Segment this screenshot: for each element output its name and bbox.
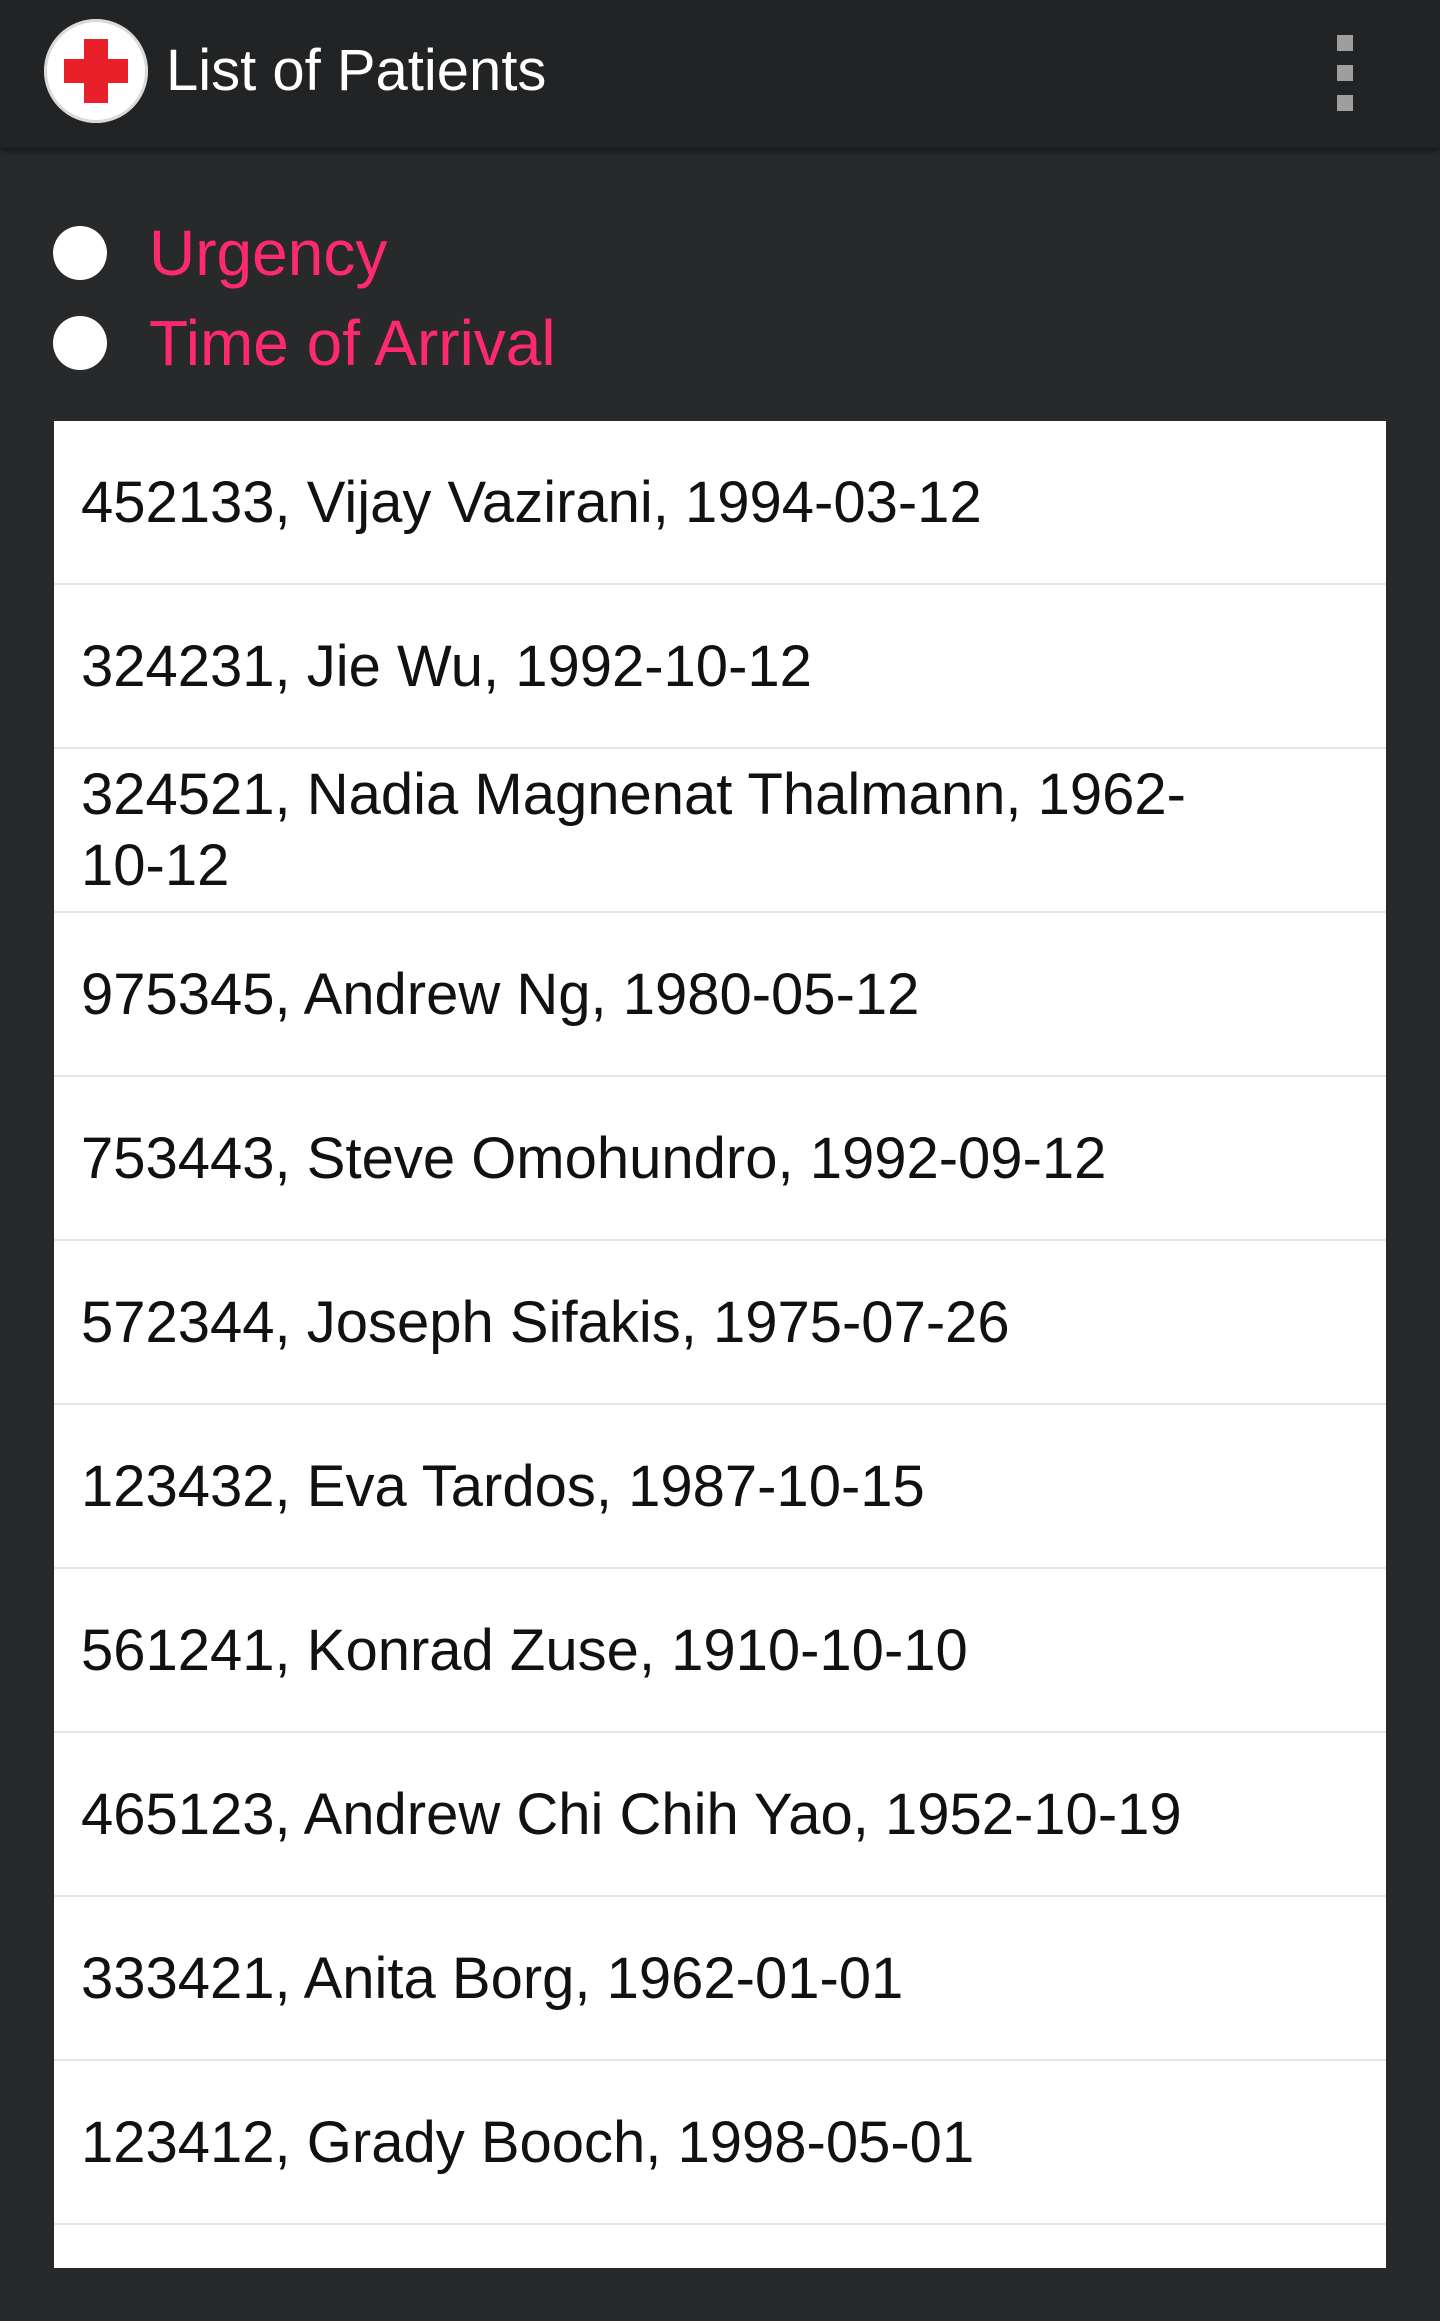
patient-list-item[interactable]: 333421, Anita Borg, 1962-01-01: [54, 1897, 1386, 2061]
patient-list-item[interactable]: 324231, Jie Wu, 1992-10-12: [54, 585, 1386, 749]
patient-list-item[interactable]: 753443, Steve Omohundro, 1992-09-12: [54, 1077, 1386, 1241]
patient-list-item[interactable]: 465123, Andrew Chi Chih Yao, 1952-10-19: [54, 1733, 1386, 1897]
app-title: List of Patients: [166, 38, 547, 103]
patient-list[interactable]: 452133, Vijay Vazirani, 1994-03-12 32423…: [54, 421, 1386, 2268]
radio-button[interactable]: [53, 316, 107, 370]
patient-list-item[interactable]: 572344, Joseph Sifakis, 1975-07-26: [54, 1241, 1386, 1405]
overflow-menu-icon[interactable]: [1320, 30, 1370, 116]
radio-button[interactable]: [53, 226, 107, 280]
patient-list-item[interactable]: 452133, Vijay Vazirani, 1994-03-12: [54, 421, 1386, 585]
radio-label-time-of-arrival[interactable]: Time of Arrival: [149, 308, 556, 378]
patient-list-item[interactable]: 123432, Eva Tardos, 1987-10-15: [54, 1405, 1386, 1569]
patient-list-item[interactable]: 975345, Andrew Ng, 1980-05-12: [54, 913, 1386, 1077]
patient-list-item[interactable]: 123412, Grady Booch, 1998-05-01: [54, 2061, 1386, 2225]
patient-list-item[interactable]: 561241, Konrad Zuse, 1910-10-10: [54, 1569, 1386, 1733]
sort-urgency-radio[interactable]: Urgency: [48, 218, 387, 288]
sort-time-of-arrival-radio[interactable]: Time of Arrival: [48, 308, 556, 378]
red-cross-icon: [44, 19, 148, 123]
patient-list-item[interactable]: 324521, Nadia Magnenat Thalmann, 1962-10…: [54, 749, 1386, 913]
app-bar: List of Patients: [0, 0, 1440, 148]
radio-label-urgency[interactable]: Urgency: [149, 218, 387, 288]
